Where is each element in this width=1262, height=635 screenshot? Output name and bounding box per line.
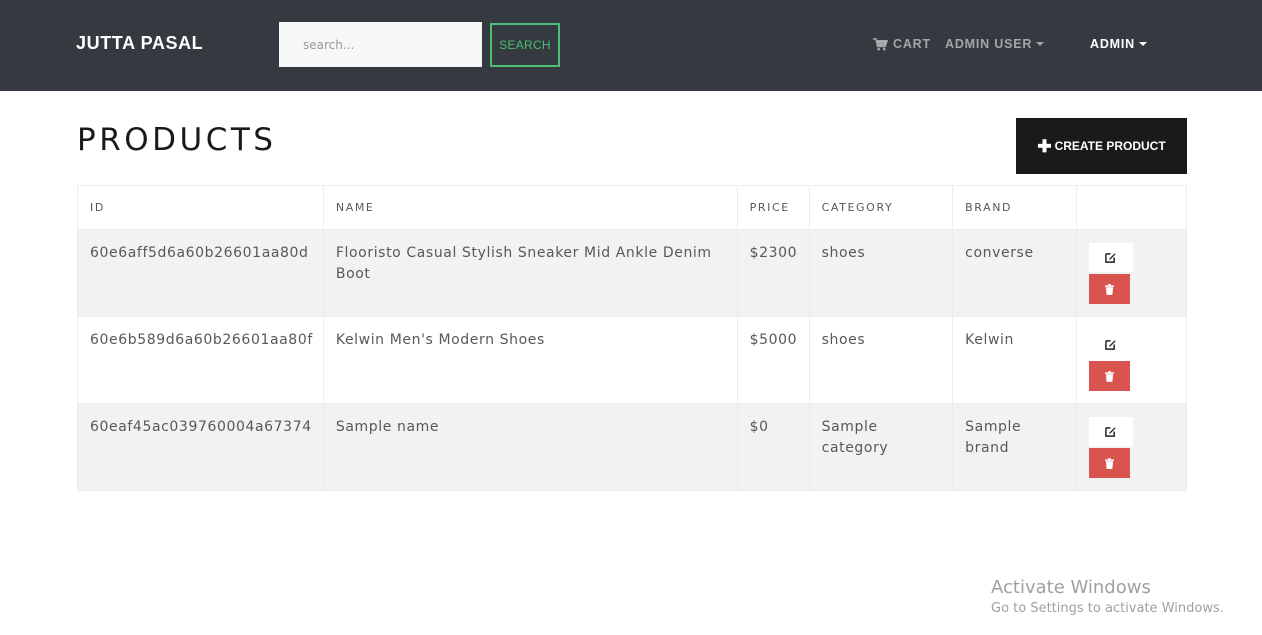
cell-price: $0 <box>736 403 810 491</box>
admin-label: ADMIN <box>1090 37 1135 51</box>
cell-price: $2300 <box>736 229 810 317</box>
cell-brand: Sample brand <box>952 403 1077 491</box>
edit-icon <box>1105 253 1116 263</box>
watermark-subtitle: Go to Settings to activate Windows. <box>991 601 1224 616</box>
cell-category: Sample category <box>808 403 954 491</box>
admin-dropdown[interactable]: ADMIN <box>1090 37 1147 51</box>
cell-brand: Kelwin <box>952 316 1077 404</box>
cell-name: Flooristo Casual Stylish Sneaker Mid Ank… <box>322 229 738 317</box>
header-name: NAME <box>322 185 738 230</box>
header-id: ID <box>77 185 324 230</box>
edit-button[interactable] <box>1088 243 1133 272</box>
create-product-button[interactable]: ✚ CREATE PRODUCT <box>1016 118 1187 174</box>
delete-button[interactable] <box>1088 448 1130 478</box>
table-header-row: ID NAME PRICE CATEGORY BRAND <box>77 185 1188 230</box>
edit-button[interactable] <box>1088 417 1133 446</box>
search-input[interactable] <box>279 22 482 67</box>
edit-icon <box>1105 340 1116 350</box>
admin-user-label: ADMIN USER <box>945 37 1033 51</box>
delete-button[interactable] <box>1088 361 1130 391</box>
header-category: CATEGORY <box>808 185 954 230</box>
cell-id: 60e6b589d6a60b26601aa80f <box>77 316 324 404</box>
plus-icon: ✚ <box>1037 136 1052 156</box>
search-button[interactable]: SEARCH <box>490 23 560 67</box>
cell-actions <box>1075 229 1188 317</box>
products-table: ID NAME PRICE CATEGORY BRAND 60e6aff5d6a… <box>77 185 1188 491</box>
cell-brand: converse <box>952 229 1077 317</box>
nav-cart-link[interactable]: CART <box>873 37 931 51</box>
nav-cart-label: CART <box>893 37 931 51</box>
trash-icon <box>1104 370 1114 382</box>
cell-category: shoes <box>808 229 954 317</box>
caret-down-icon <box>1138 42 1147 46</box>
cell-actions <box>1075 403 1188 491</box>
table-row: 60eaf45ac039760004a67374 Sample name $0 … <box>77 403 1188 491</box>
shopping-cart-icon <box>873 37 888 51</box>
cell-id: 60e6aff5d6a60b26601aa80d <box>77 229 324 317</box>
admin-user-dropdown[interactable]: ADMIN USER <box>945 37 1045 51</box>
edit-button[interactable] <box>1088 330 1133 359</box>
cell-price: $5000 <box>736 316 810 404</box>
header-brand: BRAND <box>952 185 1077 230</box>
caret-down-icon <box>1036 42 1045 46</box>
cell-name: Sample name <box>322 403 738 491</box>
windows-activation-watermark: Activate Windows Go to Settings to activ… <box>991 577 1224 616</box>
navbar: JUTTA PASAL SEARCH CART ADMIN USER ADMIN <box>0 0 1262 91</box>
trash-icon <box>1104 283 1114 295</box>
cell-category: shoes <box>808 316 954 404</box>
table-row: 60e6aff5d6a60b26601aa80d Flooristo Casua… <box>77 229 1188 317</box>
watermark-title: Activate Windows <box>991 577 1151 598</box>
trash-icon <box>1104 457 1114 469</box>
page-title: PRODUCTS <box>77 122 277 158</box>
cell-id: 60eaf45ac039760004a67374 <box>77 403 324 491</box>
edit-icon <box>1105 427 1116 437</box>
delete-button[interactable] <box>1088 274 1130 304</box>
cell-actions <box>1075 316 1188 404</box>
header-actions <box>1075 185 1188 230</box>
header-price: PRICE <box>736 185 810 230</box>
table-row: 60e6b589d6a60b26601aa80f Kelwin Men's Mo… <box>77 316 1188 404</box>
create-product-label: CREATE PRODUCT <box>1054 139 1166 153</box>
brand-logo[interactable]: JUTTA PASAL <box>76 33 203 54</box>
cell-name: Kelwin Men's Modern Shoes <box>322 316 738 404</box>
